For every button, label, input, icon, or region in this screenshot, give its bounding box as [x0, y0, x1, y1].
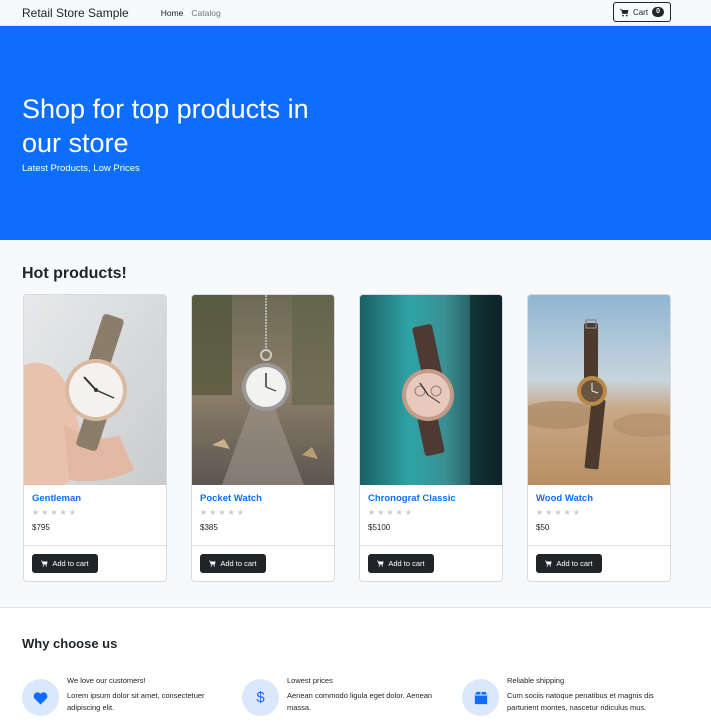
product-image[interactable] [528, 295, 670, 485]
star-icon: ★ [545, 508, 553, 517]
brand-link[interactable]: Retail Store Sample [22, 6, 129, 20]
add-to-cart-label: Add to cart [52, 559, 89, 568]
product-card-body: Gentleman ★ ★ ★ ★ ★ $795 [24, 485, 166, 546]
star-icon: ★ [236, 508, 244, 517]
cart-label: Cart [632, 7, 649, 17]
product-price: $50 [536, 523, 550, 532]
product-price: $795 [32, 523, 50, 532]
hero-title: Shop for top products in our store [22, 94, 309, 158]
product-card: Chronograf Classic ★ ★ ★ ★ ★ $5100 Add to ca… [359, 294, 503, 582]
add-to-cart-button[interactable]: Add to cart [200, 554, 266, 573]
star-icon: ★ [59, 508, 67, 517]
navbar: Retail Store Sample Home Catalog Cart 0 [0, 0, 711, 26]
cart-icon [377, 560, 384, 567]
cart-icon [545, 560, 552, 567]
nav-link-home[interactable]: Home [161, 8, 184, 18]
add-to-cart-label: Add to cart [220, 559, 257, 568]
product-image[interactable] [24, 295, 166, 485]
product-name[interactable]: Chronograf Classic [368, 493, 494, 504]
feature-item: We love our customers! Lorem ipsum dolor… [22, 676, 232, 726]
add-to-cart-button[interactable]: Add to cart [32, 554, 98, 573]
box-icon [462, 679, 499, 716]
cart-icon [209, 560, 216, 567]
product-rating: ★ ★ ★ ★ ★ [536, 509, 662, 517]
product-image[interactable] [360, 295, 502, 485]
product-card-footer: Add to cart [24, 546, 166, 581]
star-icon: ★ [404, 508, 412, 517]
product-rating: ★ ★ ★ ★ ★ [368, 509, 494, 517]
add-to-cart-button[interactable]: Add to cart [536, 554, 602, 573]
product-card-body: Wood Watch ★ ★ ★ ★ ★ $50 [528, 485, 670, 546]
product-name[interactable]: Wood Watch [536, 493, 662, 504]
star-icon: ★ [377, 508, 385, 517]
product-card-footer: Add to cart [528, 546, 670, 581]
product-card-body: Chronograf Classic ★ ★ ★ ★ ★ $5100 [360, 485, 502, 546]
add-to-cart-label: Add to cart [556, 559, 593, 568]
product-image[interactable] [192, 295, 334, 485]
product-card-body: Pocket Watch ★ ★ ★ ★ ★ $385 [192, 485, 334, 546]
hero-banner: Shop for top products in our store Lates… [0, 26, 711, 240]
star-icon: ★ [218, 508, 226, 517]
cart-icon [41, 560, 48, 567]
cart-icon [619, 8, 629, 16]
product-card: Pocket Watch ★ ★ ★ ★ ★ $385 Add to cart [191, 294, 335, 582]
feature-item: $ Lowest prices Aenean commodo ligula eg… [242, 676, 452, 726]
why-title: Why choose us [22, 636, 118, 651]
product-price: $5100 [368, 523, 391, 532]
star-icon: ★ [32, 508, 40, 517]
star-icon: ★ [209, 508, 217, 517]
hot-products-title: Hot products! [22, 265, 127, 282]
feature-text: Cum sociis natoque penatibus et magnis d… [507, 691, 654, 712]
cart-count-badge: 0 [652, 7, 665, 17]
feature-title: We love our customers! [67, 676, 146, 685]
feature-title: Lowest prices [287, 676, 333, 685]
add-to-cart-label: Add to cart [388, 559, 425, 568]
feature-text: Aenean commodo ligula eget dolor. Aenean… [287, 691, 433, 712]
product-price: $385 [200, 523, 218, 532]
star-icon: ★ [563, 508, 571, 517]
feature-text: Lorem ipsum dolor sit amet, consectetuer… [67, 691, 205, 712]
dollar-icon: $ [242, 679, 279, 716]
star-icon: ★ [41, 508, 49, 517]
feature-title: Reliable shipping [507, 676, 565, 685]
product-card: Wood Watch ★ ★ ★ ★ ★ $50 Add to cart [527, 294, 671, 582]
star-icon: ★ [227, 508, 235, 517]
star-icon: ★ [50, 508, 58, 517]
cart-button[interactable]: Cart 0 [613, 2, 671, 22]
hero-subtitle: Latest Products, Low Prices [22, 163, 140, 174]
add-to-cart-button[interactable]: Add to cart [368, 554, 434, 573]
star-icon: ★ [395, 508, 403, 517]
why-choose-us-section: Why choose us We love our customers! Lor… [0, 607, 711, 726]
product-name[interactable]: Gentleman [32, 493, 158, 504]
star-icon: ★ [386, 508, 394, 517]
star-icon: ★ [68, 508, 76, 517]
heart-icon [22, 679, 59, 716]
product-card-footer: Add to cart [360, 546, 502, 581]
star-icon: ★ [554, 508, 562, 517]
feature-item: Reliable shipping Cum sociis natoque pen… [462, 676, 672, 726]
star-icon: ★ [368, 508, 376, 517]
star-icon: ★ [572, 508, 580, 517]
product-card-footer: Add to cart [192, 546, 334, 581]
product-rating: ★ ★ ★ ★ ★ [200, 509, 326, 517]
product-rating: ★ ★ ★ ★ ★ [32, 509, 158, 517]
product-name[interactable]: Pocket Watch [200, 493, 326, 504]
star-icon: ★ [200, 508, 208, 517]
star-icon: ★ [536, 508, 544, 517]
nav-link-catalog[interactable]: Catalog [191, 8, 220, 18]
product-card: Gentleman ★ ★ ★ ★ ★ $795 Add to cart [23, 294, 167, 582]
